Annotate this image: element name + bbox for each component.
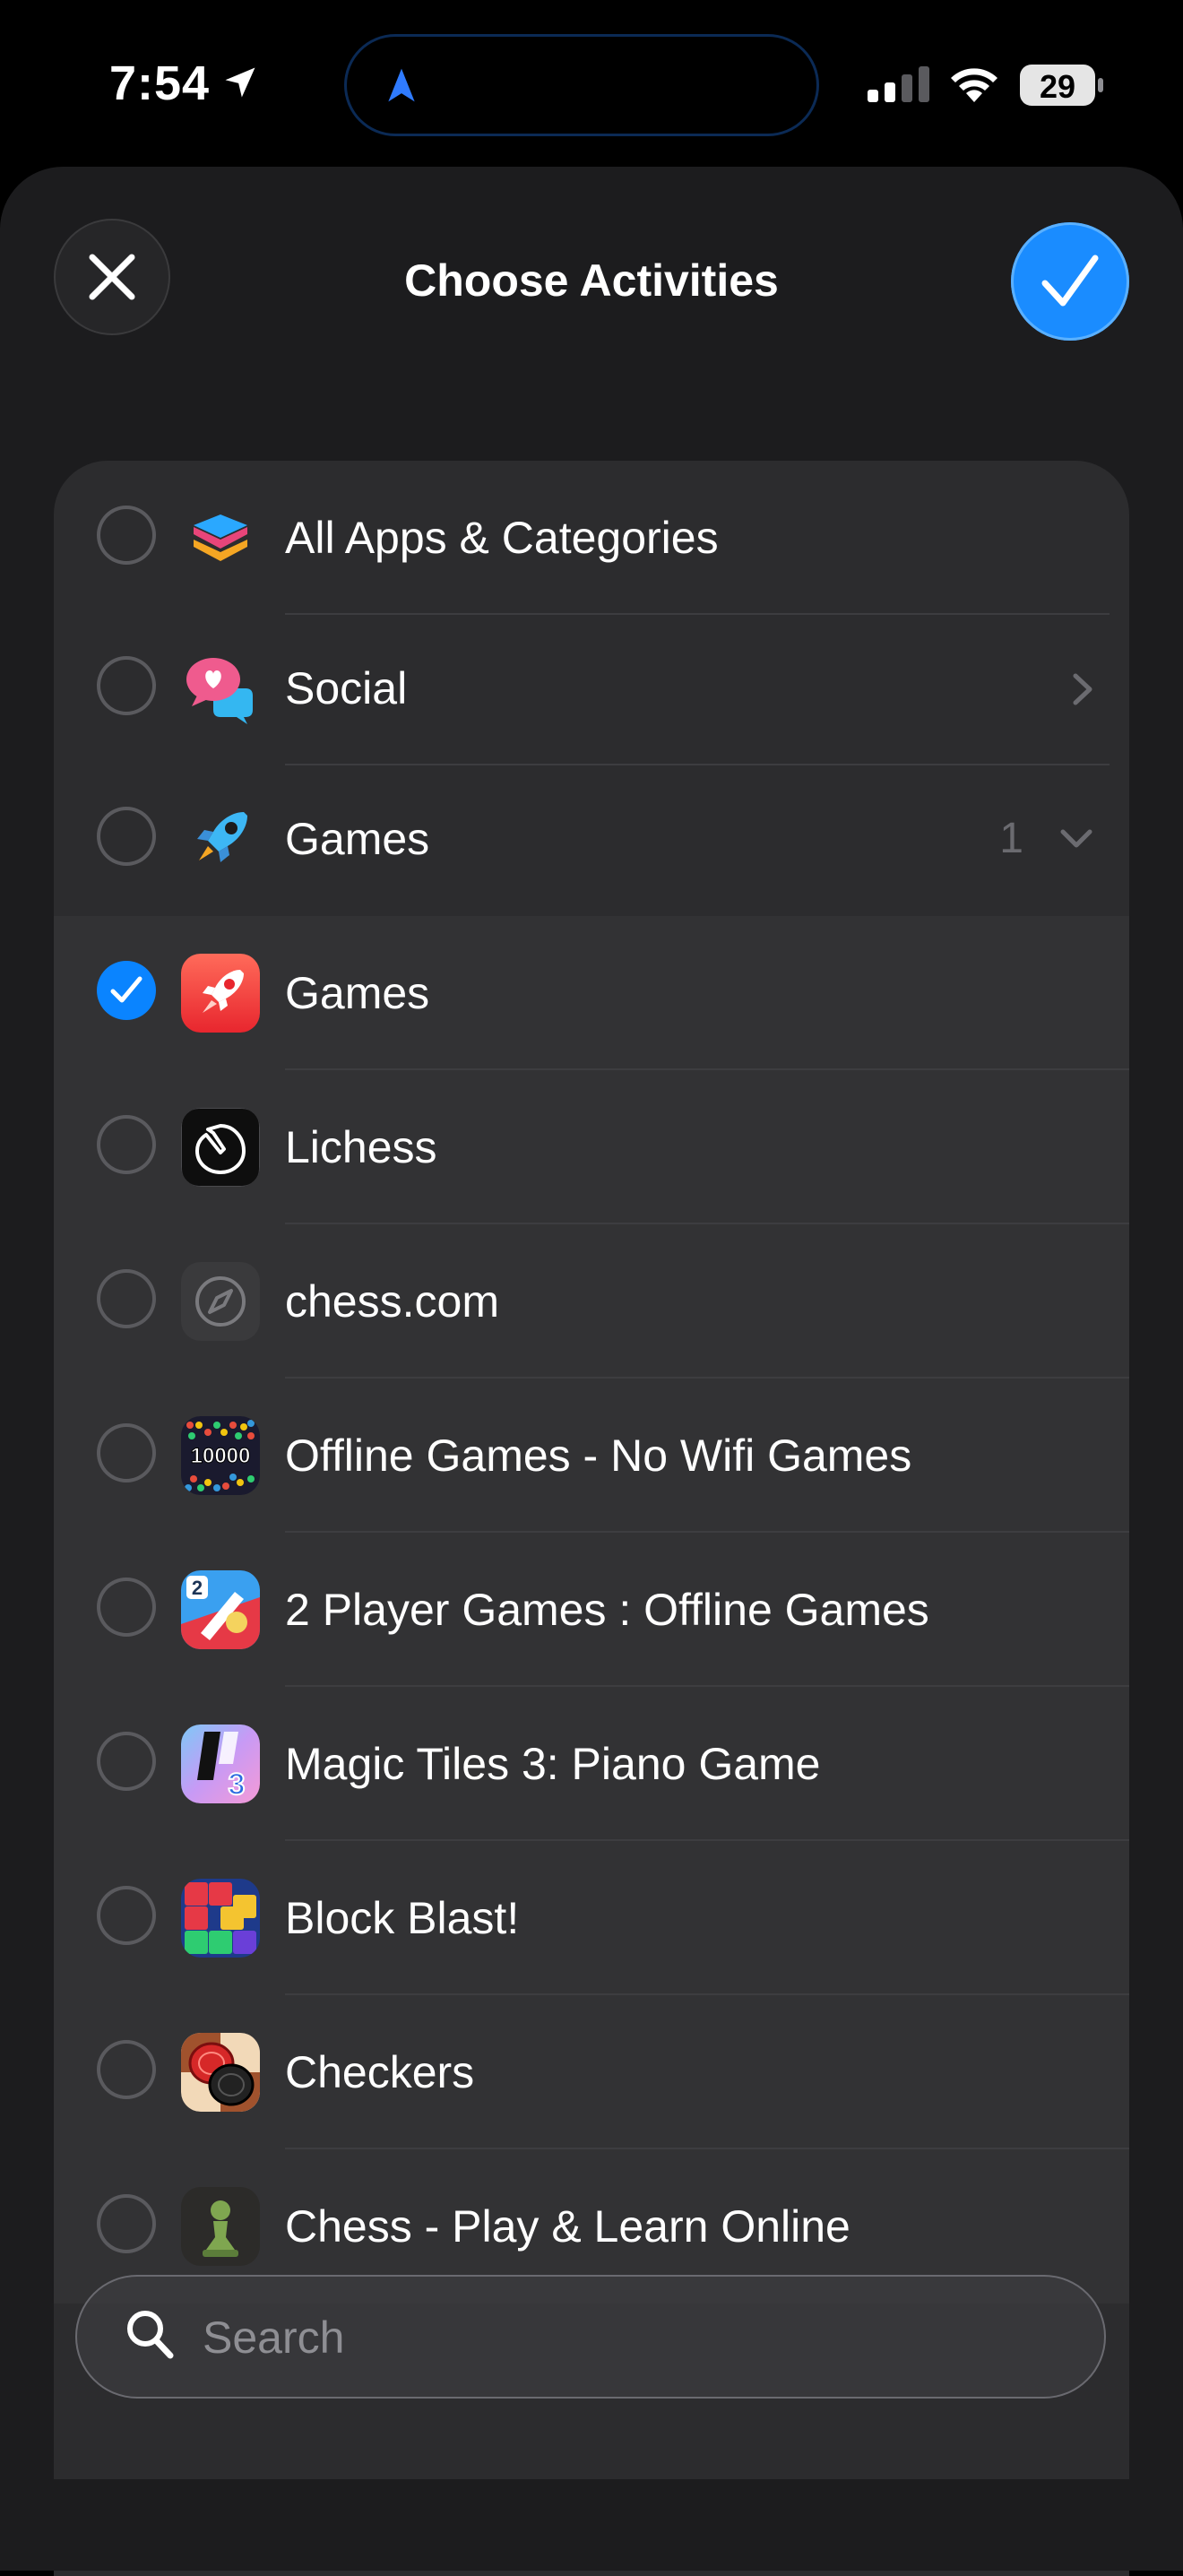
- checkmark-icon: [1041, 255, 1099, 307]
- done-button[interactable]: [1011, 222, 1129, 341]
- navigation-icon: [388, 68, 415, 102]
- selection-radio[interactable]: [97, 656, 156, 715]
- battery-indicator: 29: [1020, 65, 1104, 110]
- list-item-label: Block Blast!: [285, 1893, 520, 1943]
- activities-list: All Apps & Categories Social Games 1 Gam…: [54, 461, 1129, 2576]
- choose-activities-sheet: Choose Activities All Apps & Categories: [0, 167, 1183, 2576]
- list-item-label: All Apps & Categories: [285, 513, 719, 563]
- safari-icon: [181, 1262, 260, 1341]
- block-blast-app-icon: [181, 1879, 260, 1958]
- selection-radio[interactable]: [97, 1578, 156, 1637]
- stack-icon: [194, 514, 247, 561]
- list-item-label: Social: [285, 663, 408, 713]
- list-item-social[interactable]: Social: [54, 611, 1129, 765]
- list-item-games-app[interactable]: Games: [54, 916, 1129, 1070]
- list-item-label: Games: [285, 968, 430, 1018]
- sheet-bottom: [0, 2479, 1183, 2571]
- search-bar[interactable]: [75, 2275, 1106, 2399]
- list-item-block-blast[interactable]: Block Blast!: [54, 1841, 1129, 1995]
- selection-radio[interactable]: [97, 2194, 156, 2253]
- wifi-icon: [951, 68, 997, 102]
- battery-level: 29: [1039, 68, 1076, 105]
- selection-radio[interactable]: [97, 1886, 156, 1945]
- page-title: Choose Activities: [404, 255, 779, 306]
- checkers-app-icon: [181, 2033, 260, 2112]
- list-item-games-category[interactable]: Games 1: [54, 762, 1129, 916]
- selection-radio[interactable]: [97, 1115, 156, 1174]
- list-item-all-apps[interactable]: All Apps & Categories: [54, 461, 1129, 615]
- lichess-app-icon: [181, 1108, 260, 1187]
- list-item-offline-games[interactable]: 10000 Offline Games - No Wifi Games: [54, 1379, 1129, 1533]
- list-item-label: Offline Games - No Wifi Games: [285, 1431, 912, 1481]
- status-bar: 7:54 29: [0, 0, 1183, 170]
- magic-tiles-logo-text: 3: [229, 1768, 246, 1802]
- list-item-lichess[interactable]: Lichess: [54, 1070, 1129, 1224]
- magic-tiles-app-icon: 3: [181, 1725, 260, 1803]
- list-item-label: chess.com: [285, 1276, 499, 1327]
- list-item-label: Magic Tiles 3: Piano Game: [285, 1739, 821, 1789]
- status-time: 7:54: [109, 56, 211, 110]
- list-item-magic-tiles[interactable]: 3 Magic Tiles 3: Piano Game: [54, 1687, 1129, 1841]
- selection-radio[interactable]: [97, 2040, 156, 2099]
- list-item-label: Checkers: [285, 2047, 475, 2097]
- selected-count: 1: [999, 815, 1023, 862]
- games-app-icon: [181, 954, 260, 1033]
- two-player-logo-text: 2: [192, 1577, 203, 1599]
- selection-radio[interactable]: [97, 1423, 156, 1482]
- selection-radio[interactable]: [97, 506, 156, 565]
- two-player-app-icon: 2: [181, 1570, 260, 1649]
- chevron-down-icon[interactable]: [1059, 828, 1093, 850]
- offline-games-logo-text: 10000: [191, 1444, 251, 1468]
- chat-heart-icon: [186, 658, 253, 724]
- checkmark-icon: [110, 976, 142, 1003]
- selection-radio-checked[interactable]: [97, 961, 156, 1020]
- list-item-2-player-games[interactable]: 2 2 Player Games : Offline Games: [54, 1533, 1129, 1687]
- list-item-checkers[interactable]: Checkers: [54, 1995, 1129, 2149]
- chevron-right-icon: [1073, 673, 1092, 705]
- search-input[interactable]: [201, 2307, 1065, 2368]
- location-arrow-icon: [225, 67, 255, 98]
- selection-radio[interactable]: [97, 807, 156, 866]
- list-item-label: Chess - Play & Learn Online: [285, 2201, 851, 2252]
- selection-radio[interactable]: [97, 1269, 156, 1328]
- list-item-label: Games: [285, 814, 430, 864]
- list-item-label: 2 Player Games : Offline Games: [285, 1585, 929, 1635]
- list-item-label: Lichess: [285, 1122, 437, 1172]
- search-icon: [127, 2311, 174, 2359]
- rocket-icon: [197, 812, 247, 862]
- chess-pawn-app-icon: [181, 2187, 260, 2266]
- dynamic-island[interactable]: [344, 34, 819, 136]
- selection-radio[interactable]: [97, 1732, 156, 1791]
- list-item-chess-com[interactable]: chess.com: [54, 1224, 1129, 1379]
- cellular-signal-icon: [868, 66, 929, 102]
- offline-games-app-icon: 10000: [181, 1416, 260, 1495]
